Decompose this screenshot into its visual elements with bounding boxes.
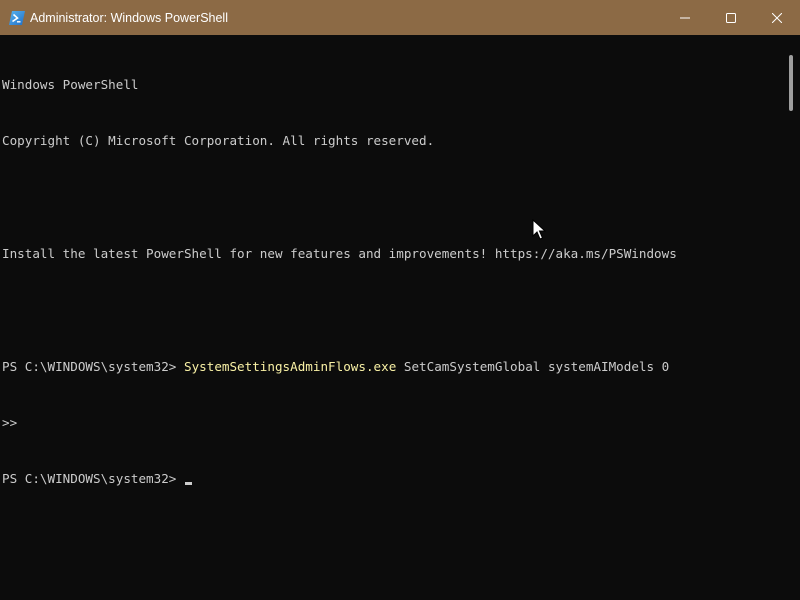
maximize-button[interactable] <box>708 0 754 35</box>
mouse-pointer-icon <box>532 219 546 240</box>
terminal-line: Copyright (C) Microsoft Corporation. All… <box>2 132 435 148</box>
window-title: Administrator: Windows PowerShell <box>30 10 228 25</box>
window-controls <box>662 0 800 35</box>
powershell-window: Administrator: Windows PowerShell Window… <box>0 0 800 600</box>
terminal-line: Windows PowerShell <box>2 76 139 92</box>
minimize-button[interactable] <box>662 0 708 35</box>
prompt: PS C:\WINDOWS\system32> <box>2 358 184 374</box>
command-line: PS C:\WINDOWS\system32> SystemSettingsAd… <box>2 358 782 377</box>
close-button[interactable] <box>754 0 800 35</box>
command-args: SetCamSystemGlobal systemAIModels 0 <box>396 358 670 374</box>
scrollbar-thumb[interactable] <box>789 55 793 111</box>
powershell-icon <box>9 10 25 25</box>
command-name: SystemSettingsAdminFlows.exe <box>183 358 397 374</box>
terminal-output[interactable]: Windows PowerShell Copyright (C) Microso… <box>2 38 782 527</box>
current-prompt-line[interactable]: PS C:\WINDOWS\system32> <box>2 470 782 489</box>
terminal-line: Install the latest PowerShell for new fe… <box>2 245 677 261</box>
prompt: PS C:\WINDOWS\system32> <box>2 471 184 487</box>
text-cursor <box>184 482 192 486</box>
title-bar[interactable]: Administrator: Windows PowerShell <box>0 0 800 35</box>
vertical-scrollbar[interactable] <box>784 35 800 600</box>
close-icon <box>772 12 782 23</box>
minimize-icon <box>680 17 690 18</box>
maximize-icon <box>726 12 736 23</box>
continuation-prompt: >> <box>2 414 18 430</box>
